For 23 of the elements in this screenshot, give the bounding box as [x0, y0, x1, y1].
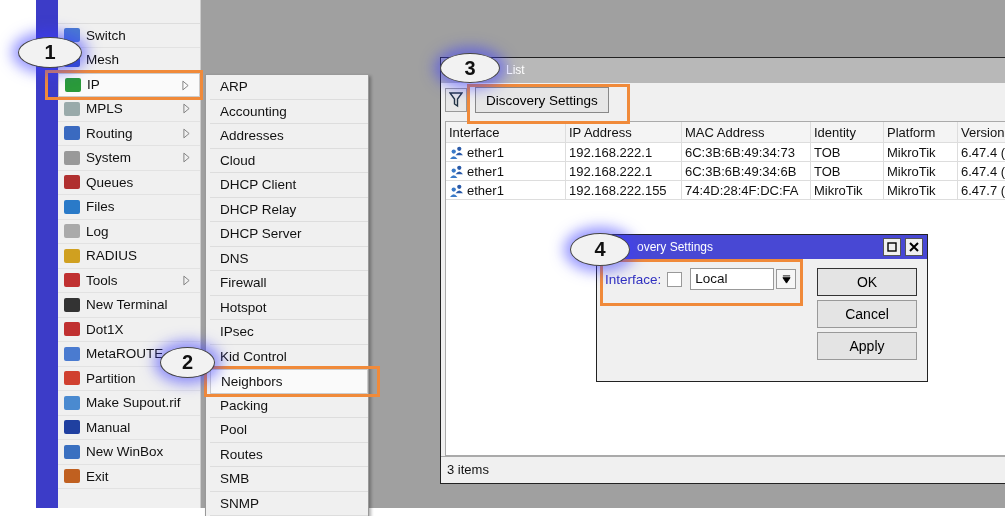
- window-title: List: [506, 63, 525, 77]
- table-cell: MikroTik: [887, 144, 936, 160]
- table-cell: 6.47.7 (: [961, 182, 1005, 198]
- table-cell: TOB: [814, 144, 841, 160]
- table-cell: 6C:3B:6B:49:34:73: [685, 144, 795, 160]
- table-cell: TOB: [814, 163, 841, 179]
- status-text: 3 items: [447, 462, 489, 477]
- table-cell: ether1: [467, 144, 504, 160]
- table-cell: ether1: [467, 182, 504, 198]
- table-cell: 192.168.222.155: [569, 182, 667, 198]
- table-cell: MikroTik: [814, 182, 863, 198]
- table-cell: 192.168.222.1: [569, 144, 653, 160]
- field-label: Interface:: [605, 271, 662, 287]
- step-tooltip: 1: [18, 37, 82, 68]
- table-cell: ether1: [467, 163, 504, 179]
- table-cell: MikroTik: [887, 182, 936, 198]
- table-cell: MikroTik: [887, 163, 936, 179]
- table-cell: 74:4D:28:4F:DC:FA: [685, 182, 799, 198]
- dialog-title: overy Settings: [637, 240, 715, 254]
- table-cell: 192.168.222.1: [569, 163, 653, 179]
- table-cell: 6.47.4 (: [961, 144, 1005, 160]
- table-cell: 6C:3B:6B:49:34:6B: [685, 163, 797, 179]
- table-cell: 6.47.4 (: [961, 163, 1005, 179]
